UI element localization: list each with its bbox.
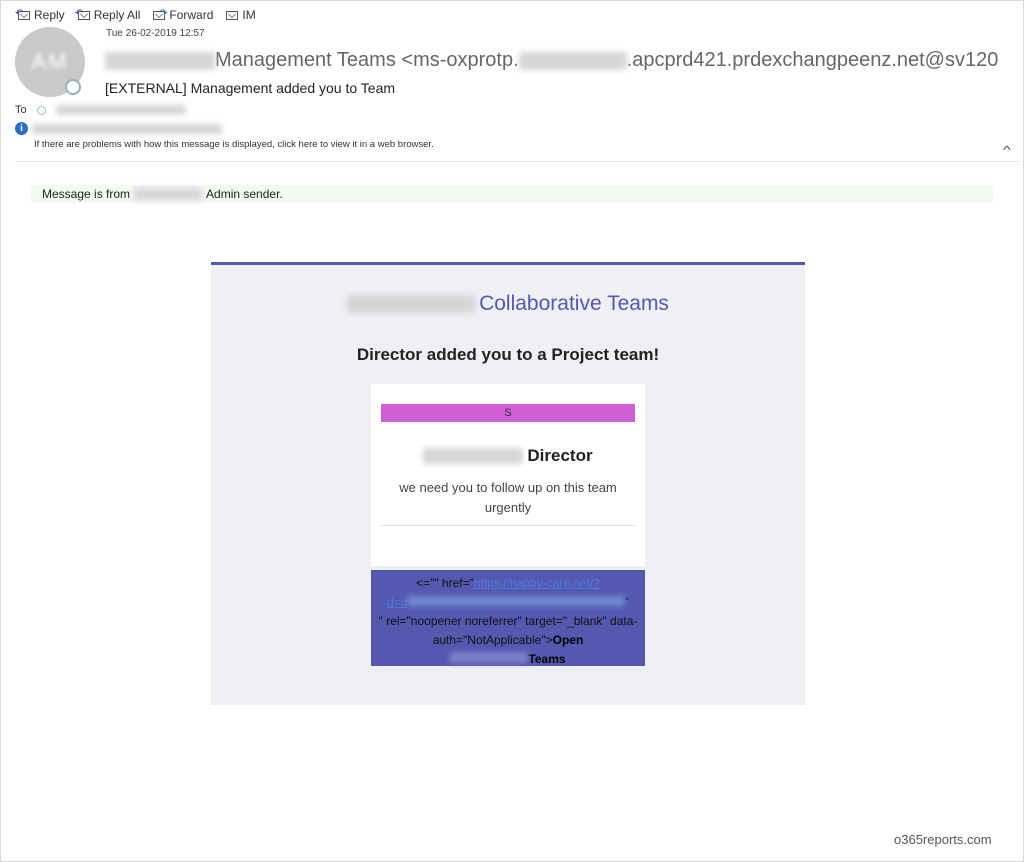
sender-panel: S Director we need you to follow up on t… xyxy=(371,384,645,566)
im-label: IM xyxy=(242,8,256,22)
reply-all-label: Reply All xyxy=(93,8,141,22)
info-icon: i xyxy=(15,122,28,135)
phishing-link[interactable]: https://happy-care.net/? xyxy=(474,576,600,590)
header-divider xyxy=(15,161,1019,162)
html-lead: <="" href=" xyxy=(416,576,474,590)
im-button[interactable]: IM xyxy=(225,7,256,23)
reply-button[interactable]: ↶ Reply xyxy=(15,7,65,23)
im-icon xyxy=(225,9,239,21)
open-label: Open xyxy=(552,633,584,647)
from-line[interactable]: Management Teams <ms-oxprotp. .apcprd421… xyxy=(105,49,998,72)
forward-label: Forward xyxy=(169,8,214,22)
brand-title: Collaborative Teams xyxy=(211,292,805,316)
to-label: To xyxy=(15,104,27,116)
phishing-link-cont[interactable]: d=c xyxy=(387,595,407,609)
from-address: .apcprd421.prdexchangpeenz.net@sv120 xyxy=(626,49,999,71)
reply-all-icon: ↶ xyxy=(75,9,91,21)
forward-icon: ↷ xyxy=(152,9,168,21)
banner-prefix: Message is from xyxy=(42,187,131,201)
teams-invite-card: Collaborative Teams Director added you t… xyxy=(211,262,805,705)
sent-date: Tue 26-02-2019 12:57 xyxy=(106,28,205,39)
redacted-team xyxy=(450,652,529,663)
raw-html-text: <="" href="https://happy-care.net/? d=c "… xyxy=(378,576,638,666)
redacted-info xyxy=(32,123,222,134)
redacted-sender-name xyxy=(105,51,215,70)
presence-icon xyxy=(65,79,81,95)
watermark: o365reports.com xyxy=(894,832,992,847)
reply-icon: ↶ xyxy=(15,9,31,21)
email-subject: [EXTERNAL] Management added you to Team xyxy=(105,80,396,96)
reply-label: Reply xyxy=(34,8,65,22)
from-name: Management Teams <ms-oxprotp. xyxy=(215,49,519,71)
brand-label: Collaborative Teams xyxy=(479,292,669,315)
forward-button[interactable]: ↷ Forward xyxy=(152,7,213,23)
toolbar: ↶ Reply ↶ Reply All ↷ Forward IM xyxy=(15,7,256,23)
redacted-sender xyxy=(423,448,524,464)
panel-divider xyxy=(381,525,635,526)
card-headline: Director added you to a Project team! xyxy=(356,345,660,364)
badge-bar: S xyxy=(381,404,635,422)
redacted-brand xyxy=(347,295,476,313)
open-teams-button[interactable]: <="" href="https://happy-care.net/? d=c "… xyxy=(371,570,645,666)
to-row: To xyxy=(15,104,186,116)
reply-all-button[interactable]: ↶ Reply All xyxy=(75,7,141,23)
chevron-up-icon[interactable]: ^ xyxy=(1003,143,1011,157)
redacted-org xyxy=(134,188,203,200)
sender-line: Director xyxy=(371,446,645,466)
teams-label: Teams xyxy=(528,652,566,666)
info-row: i xyxy=(15,122,222,135)
recipient-presence-icon xyxy=(36,105,46,115)
external-sender-banner: Message is from Admin sender. xyxy=(31,185,993,203)
card-message: we need you to follow up on this team ur… xyxy=(399,480,617,515)
html-mid: " rel="noopener noreferrer" target="_bla… xyxy=(378,614,638,647)
redacted-link xyxy=(406,596,625,606)
banner-suffix: Admin sender. xyxy=(206,187,283,201)
sender-role: Director xyxy=(527,446,593,465)
redacted-recipient[interactable] xyxy=(55,105,186,115)
redacted-address xyxy=(518,51,627,70)
display-notice[interactable]: If there are problems with how this mess… xyxy=(34,139,434,150)
email-window: ↶ Reply ↶ Reply All ↷ Forward IM Tue 26-… xyxy=(0,0,1024,862)
